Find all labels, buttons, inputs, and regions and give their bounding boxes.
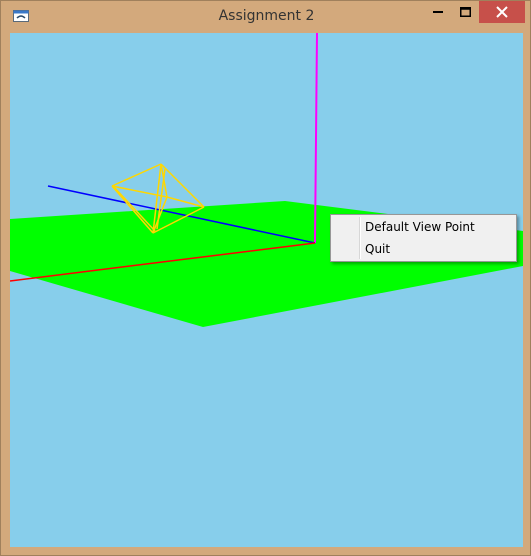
close-icon	[496, 6, 508, 18]
menu-item-quit[interactable]: Quit	[333, 239, 514, 261]
minimize-icon	[433, 11, 443, 13]
context-menu: Default View Point Quit	[330, 214, 517, 262]
menu-item-default-view-point[interactable]: Default View Point	[333, 217, 514, 239]
title-bar[interactable]: Assignment 2	[1, 1, 531, 33]
menu-item-label: Default View Point	[365, 220, 475, 234]
maximize-button[interactable]	[451, 1, 479, 23]
close-button[interactable]	[479, 1, 525, 23]
app-window: Assignment 2 Default View Point Quit	[0, 0, 531, 556]
maximize-icon	[459, 7, 471, 17]
menu-item-label: Quit	[365, 242, 391, 256]
3d-scene	[10, 33, 523, 547]
opengl-viewport[interactable]	[10, 33, 523, 547]
minimize-button[interactable]	[425, 1, 451, 23]
